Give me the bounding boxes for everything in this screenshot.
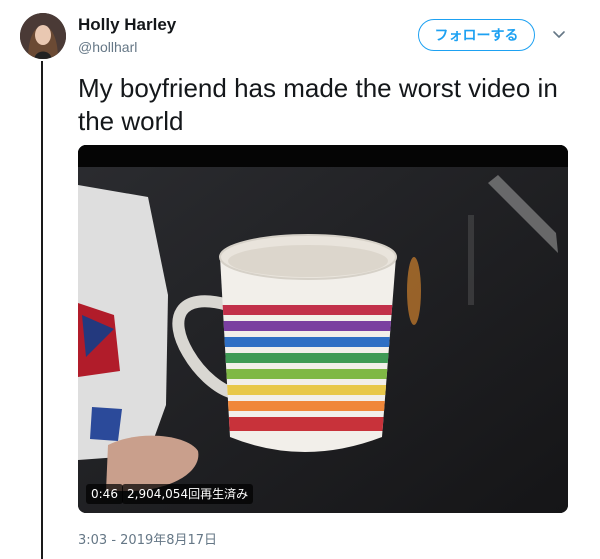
follow-button[interactable]: フォローする <box>418 19 535 51</box>
thread-line <box>41 61 43 559</box>
user-display-name[interactable]: Holly Harley <box>78 15 176 35</box>
user-handle[interactable]: @hollharl <box>78 39 137 55</box>
video-player[interactable]: 0:46 2,904,054回再生済み <box>78 145 568 513</box>
video-thumbnail <box>78 145 568 513</box>
video-view-count: 2,904,054回再生済み <box>122 484 254 504</box>
tweet-text: My boyfriend has made the worst video in… <box>78 73 558 136</box>
avatar-image <box>20 13 66 59</box>
tweet-timestamp[interactable]: 3:03 - 2019年8月17日 <box>78 529 217 548</box>
chevron-down-icon[interactable] <box>552 28 566 42</box>
avatar[interactable] <box>20 13 66 59</box>
video-duration: 0:46 <box>86 484 123 504</box>
